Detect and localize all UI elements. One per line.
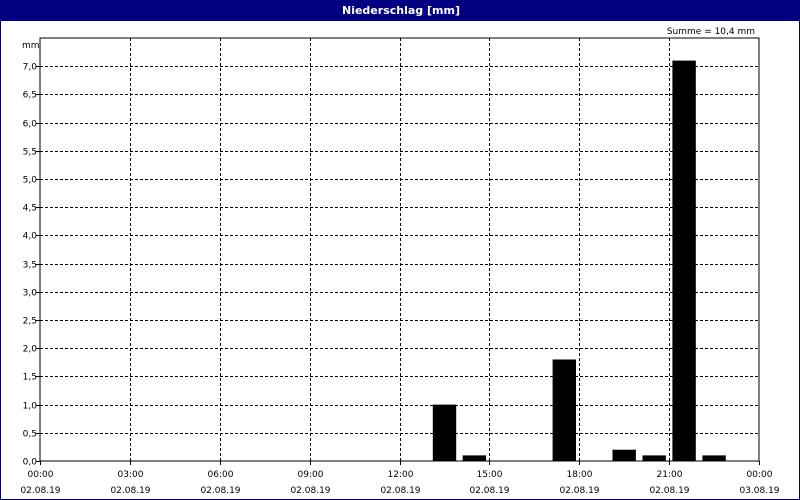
precipitation-bar	[642, 455, 666, 461]
y-tick-label: 1,0	[23, 402, 38, 412]
x-tick-time: 09:00	[298, 470, 324, 480]
x-tick-time: 00:00	[747, 470, 773, 480]
y-axis-ticks: 0,0 0,5 1,0 1,5 2,0 2,5 3,0 3,5 4,0 4,5 5,0 5,5 6,0 6…	[23, 63, 40, 468]
x-tick-time: 12:00	[388, 470, 414, 480]
precipitation-bar	[552, 359, 576, 461]
y-tick-label: 0,5	[23, 430, 37, 440]
x-tick-time: 15:00	[477, 470, 503, 480]
plot-area	[39, 37, 760, 462]
y-tick-label: 3,5	[23, 261, 37, 271]
x-tick-time: 00:00	[28, 470, 54, 480]
y-tick-label: 4,5	[23, 204, 37, 214]
y-tick-label: 0,0	[23, 458, 38, 468]
y-tick-label: 4,0	[23, 232, 38, 242]
x-tick-date: 02.08.19	[200, 486, 240, 496]
x-tick-date: 02.08.19	[20, 486, 60, 496]
y-tick-label: 2,0	[23, 345, 38, 355]
precipitation-bar	[462, 455, 487, 461]
x-tick-time: 03:00	[118, 470, 144, 480]
y-tick-label: 7,0	[23, 63, 38, 73]
x-tick-date: 02.08.19	[649, 486, 689, 496]
x-tick-date: 02.08.19	[290, 486, 330, 496]
x-axis-ticks: 00:00 02.08.19 03:00 02.08.19 06:00 02.08.19 0…	[20, 461, 780, 496]
x-tick-date: 02.08.19	[559, 486, 599, 496]
y-tick-label: 6,0	[23, 120, 38, 130]
x-tick-time: 21:00	[657, 470, 683, 480]
x-tick-date: 02.08.19	[110, 486, 150, 496]
x-tick-date: 02.08.19	[380, 486, 420, 496]
x-tick-date: 03.08.19	[739, 486, 779, 496]
x-tick-date: 02.08.19	[469, 486, 509, 496]
y-tick-label: 2,5	[23, 317, 37, 327]
grid	[40, 38, 759, 461]
y-tick-label: 5,0	[23, 176, 38, 186]
y-tick-label: 5,5	[23, 148, 37, 158]
y-axis-label: mm	[22, 41, 40, 51]
y-tick-label: 3,0	[23, 289, 38, 299]
precipitation-bar	[672, 60, 696, 461]
precipitation-chart: 0,0 0,5 1,0 1,5 2,0 2,5 3,0 3,5 4,0 4,5 5,0 5,5 6,0 6…	[20, 27, 780, 496]
x-tick-time: 18:00	[567, 470, 593, 480]
precipitation-bar	[432, 404, 457, 461]
y-tick-label: 1,5	[23, 373, 37, 383]
sum-annotation: Summe = 10,4 mm	[667, 27, 755, 37]
x-tick-time: 06:00	[208, 470, 234, 480]
precipitation-bar	[612, 449, 636, 461]
precipitation-bar	[702, 455, 726, 461]
y-tick-label: 6,5	[23, 91, 37, 101]
